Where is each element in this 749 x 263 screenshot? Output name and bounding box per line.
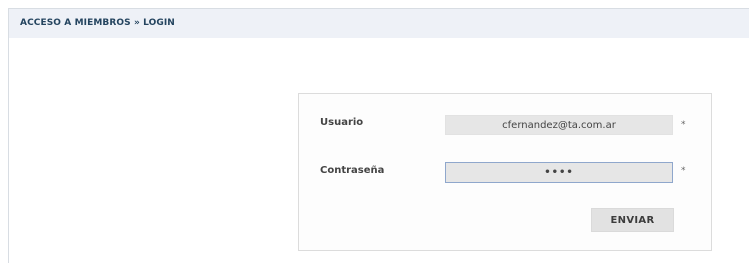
- username-field[interactable]: [445, 115, 673, 135]
- password-label: Contraseña: [320, 165, 385, 176]
- submit-button[interactable]: ENVIAR: [591, 208, 674, 232]
- login-form: Usuario * Contraseña * ENVIAR: [298, 93, 712, 251]
- page-title: ACCESO A MIEMBROS » LOGIN: [20, 18, 175, 28]
- username-required-mark: *: [681, 120, 686, 130]
- password-required-mark: *: [681, 166, 686, 176]
- username-label: Usuario: [320, 117, 364, 128]
- section-header: ACCESO A MIEMBROS » LOGIN: [9, 9, 749, 38]
- password-field[interactable]: [445, 162, 673, 183]
